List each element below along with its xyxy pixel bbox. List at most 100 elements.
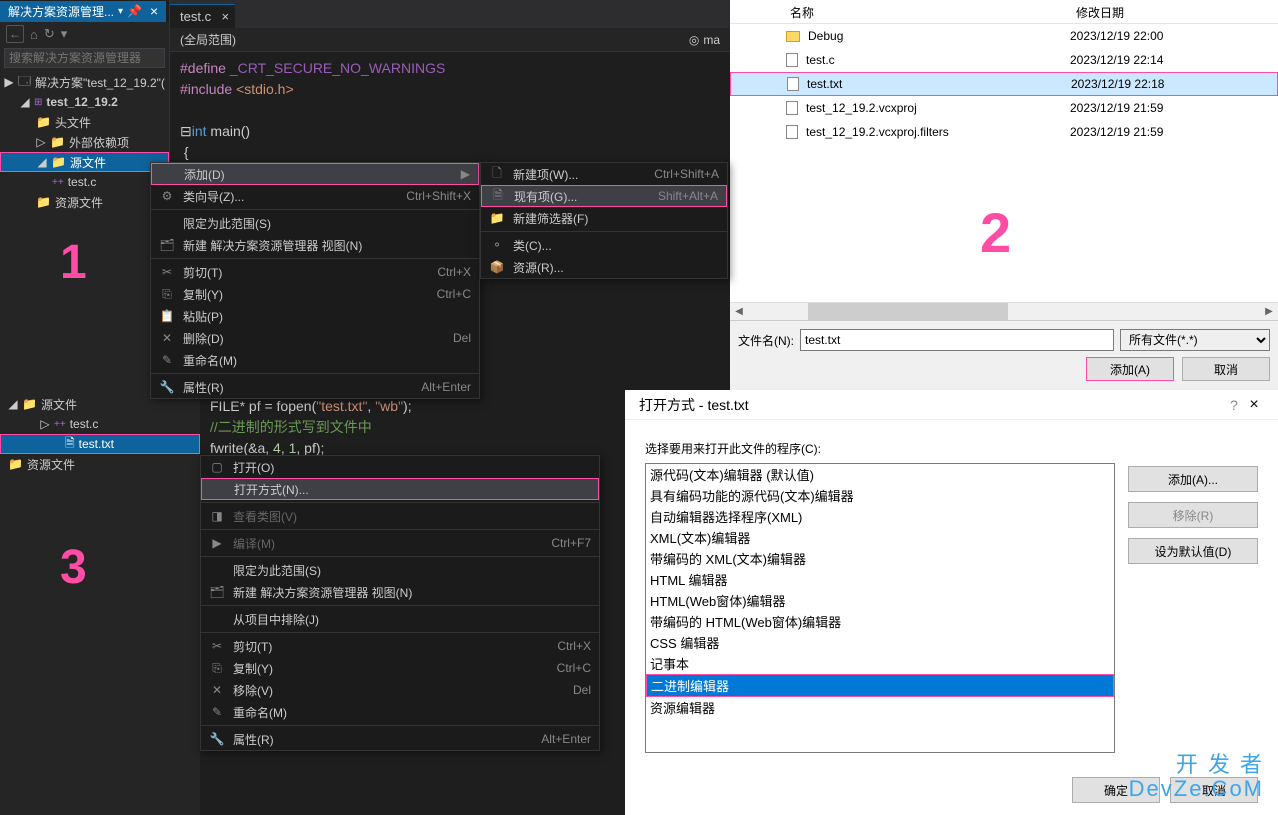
help-icon[interactable]: ?: [1224, 397, 1244, 413]
file-row-debug[interactable]: Debug2023/12/19 22:00: [730, 24, 1278, 48]
compile-icon: ▶: [209, 536, 225, 550]
folder-icon: [786, 31, 800, 42]
newitem-icon: 🗋: [489, 164, 505, 185]
menu-cut[interactable]: ✂剪切(T)Ctrl+X: [201, 635, 599, 657]
delete-icon: ✕: [159, 331, 175, 345]
scroll-left-icon[interactable]: ◀: [730, 303, 748, 320]
menu-copy[interactable]: ⎘复制(Y)Ctrl+C: [151, 283, 479, 305]
dialog-title: 打开方式 - test.txt: [639, 395, 1224, 415]
scroll-right-icon[interactable]: ▶: [1260, 303, 1278, 320]
menu-open[interactable]: ▢打开(O): [201, 456, 599, 478]
menu-properties[interactable]: 🔧属性(R)Alt+Enter: [201, 728, 599, 750]
horizontal-scrollbar[interactable]: ◀▶: [730, 302, 1278, 320]
cpp-file-icon: ++: [54, 419, 66, 430]
vs-tree-panel-3: ◢📁 源文件 ▷++ test.c 🗎 test.txt 📁 资源文件 FILE…: [0, 390, 625, 815]
menu-compile[interactable]: ▶编译(M)Ctrl+F7: [201, 532, 599, 554]
menu-scope[interactable]: 限定为此范围(S): [201, 559, 599, 581]
headers-folder[interactable]: 📁 头文件: [0, 112, 169, 132]
add-button[interactable]: 添加(A): [1086, 357, 1174, 381]
set-default-button[interactable]: 设为默认值(D): [1128, 538, 1258, 564]
list-item[interactable]: 资源编辑器: [646, 697, 1114, 718]
close-icon[interactable]: ×: [150, 3, 158, 19]
menu-viewclass[interactable]: ◨查看类图(V): [201, 505, 599, 527]
refresh-icon[interactable]: ↻: [44, 26, 55, 42]
solution-explorer-tab[interactable]: 解决方案资源管理... ▾ 📌 ×: [0, 1, 166, 22]
menu-openwith[interactable]: 打开方式(N)...: [201, 478, 599, 500]
file-row-testtxt[interactable]: test.txt2023/12/19 22:18: [730, 72, 1278, 96]
external-folder[interactable]: ▷📁 外部依赖项: [0, 132, 169, 152]
list-item[interactable]: 源代码(文本)编辑器 (默认值): [646, 464, 1114, 485]
project-node[interactable]: ◢⊞ test_12_19.2: [0, 92, 169, 112]
resources-folder[interactable]: 📁 资源文件: [0, 454, 200, 474]
chevron-down-icon: ◢: [8, 397, 18, 411]
home-icon[interactable]: ⌂: [30, 27, 38, 42]
cut-icon: ✂: [159, 265, 175, 279]
list-item[interactable]: 带编码的 HTML(Web窗体)编辑器: [646, 611, 1114, 632]
list-item[interactable]: 带编码的 XML(文本)编辑器: [646, 548, 1114, 569]
filetype-select[interactable]: 所有文件(*.*): [1120, 329, 1270, 351]
menu-add[interactable]: 添加(D)▶: [151, 163, 479, 185]
remove-program-button[interactable]: 移除(R): [1128, 502, 1258, 528]
file-row-testc[interactable]: test.c2023/12/19 22:14: [730, 48, 1278, 72]
list-item[interactable]: HTML 编辑器: [646, 569, 1114, 590]
file-row-vcxproj[interactable]: test_12_19.2.vcxproj2023/12/19 21:59: [730, 96, 1278, 120]
folder-icon: 📁: [36, 115, 51, 129]
menu-cut[interactable]: ✂剪切(T)Ctrl+X: [151, 261, 479, 283]
menu-classwizard[interactable]: ⚙类向导(Z)...Ctrl+Shift+X: [151, 185, 479, 207]
add-program-button[interactable]: 添加(A)...: [1128, 466, 1258, 492]
col-date[interactable]: 修改日期: [1070, 0, 1130, 23]
close-icon[interactable]: ×: [221, 9, 229, 24]
pin-icon[interactable]: 📌: [127, 4, 142, 18]
menu-delete[interactable]: ✕删除(D)Del: [151, 327, 479, 349]
list-item-binary-editor[interactable]: 二进制编辑器: [646, 674, 1114, 697]
scroll-thumb[interactable]: [808, 303, 1008, 320]
menu-paste[interactable]: 📋粘贴(P): [151, 305, 479, 327]
menu-exclude[interactable]: 从项目中排除(J): [201, 608, 599, 630]
list-item[interactable]: CSS 编辑器: [646, 632, 1114, 653]
more-icon[interactable]: ▾: [61, 26, 68, 42]
existing-icon: 🗎: [490, 186, 506, 207]
solution-node[interactable]: ▶🗔 解决方案"test_12_19.2"(: [0, 72, 169, 92]
wizard-icon: ⚙: [159, 189, 175, 203]
program-list[interactable]: 源代码(文本)编辑器 (默认值) 具有编码功能的源代码(文本)编辑器 自动编辑器…: [645, 463, 1115, 753]
cancel-button[interactable]: 取消: [1182, 357, 1270, 381]
scope-dropdown[interactable]: (全局范围): [180, 31, 236, 48]
close-icon[interactable]: ×: [1244, 396, 1264, 414]
file-testc[interactable]: ++ test.c: [0, 172, 169, 192]
menu-newitem[interactable]: 🗋新建项(W)...Ctrl+Shift+A: [481, 163, 727, 185]
file-list: Debug2023/12/19 22:00 test.c2023/12/19 2…: [730, 24, 1278, 144]
menu-rename[interactable]: ✎重命名(M): [151, 349, 479, 371]
menu-newview[interactable]: 🗂新建 解决方案资源管理器 视图(N): [201, 581, 599, 603]
menu-class[interactable]: ⚬类(C)...: [481, 234, 727, 256]
open-icon: ▢: [209, 460, 225, 474]
list-item[interactable]: 记事本: [646, 653, 1114, 674]
menu-rename[interactable]: ✎重命名(M): [201, 701, 599, 723]
menu-remove[interactable]: ✕移除(V)Del: [201, 679, 599, 701]
resources-folder[interactable]: 📁 资源文件: [0, 192, 169, 212]
side-tab-bar: 解决方案资源管理... ▾ 📌 ×: [0, 0, 169, 22]
menu-copy[interactable]: ⎘复制(Y)Ctrl+C: [201, 657, 599, 679]
menu-scope[interactable]: 限定为此范围(S): [151, 212, 479, 234]
list-item[interactable]: HTML(Web窗体)编辑器: [646, 590, 1114, 611]
filename-input[interactable]: [800, 329, 1114, 351]
class-diagram-icon: ◨: [209, 509, 225, 523]
menu-newview[interactable]: 🗂新建 解决方案资源管理器 视图(N): [151, 234, 479, 256]
menu-properties[interactable]: 🔧属性(R)Alt+Enter: [151, 376, 479, 398]
back-icon[interactable]: ←: [6, 25, 24, 43]
list-item[interactable]: 自动编辑器选择程序(XML): [646, 506, 1114, 527]
pin-icon[interactable]: ▾: [118, 6, 123, 17]
search-input[interactable]: [4, 48, 165, 68]
folder-icon: 📁: [51, 155, 66, 169]
col-name[interactable]: 名称: [730, 0, 1070, 23]
file-row-filters[interactable]: test_12_19.2.vcxproj.filters2023/12/19 2…: [730, 120, 1278, 144]
menu-resource[interactable]: 📦资源(R)...: [481, 256, 727, 278]
menu-existingitem[interactable]: 🗎现有项(G)...Shift+Alt+A: [481, 185, 727, 207]
list-item[interactable]: 具有编码功能的源代码(文本)编辑器: [646, 485, 1114, 506]
file-testtxt[interactable]: 🗎 test.txt: [0, 434, 200, 454]
tab-testc[interactable]: test.c×: [170, 4, 235, 28]
menu-newfilter[interactable]: 📁新建筛选器(F): [481, 207, 727, 229]
sources-folder[interactable]: ◢📁 源文件: [0, 152, 169, 172]
annotation-1: 1: [60, 235, 87, 290]
file-testc[interactable]: ▷++ test.c: [0, 414, 200, 434]
list-item[interactable]: XML(文本)编辑器: [646, 527, 1114, 548]
